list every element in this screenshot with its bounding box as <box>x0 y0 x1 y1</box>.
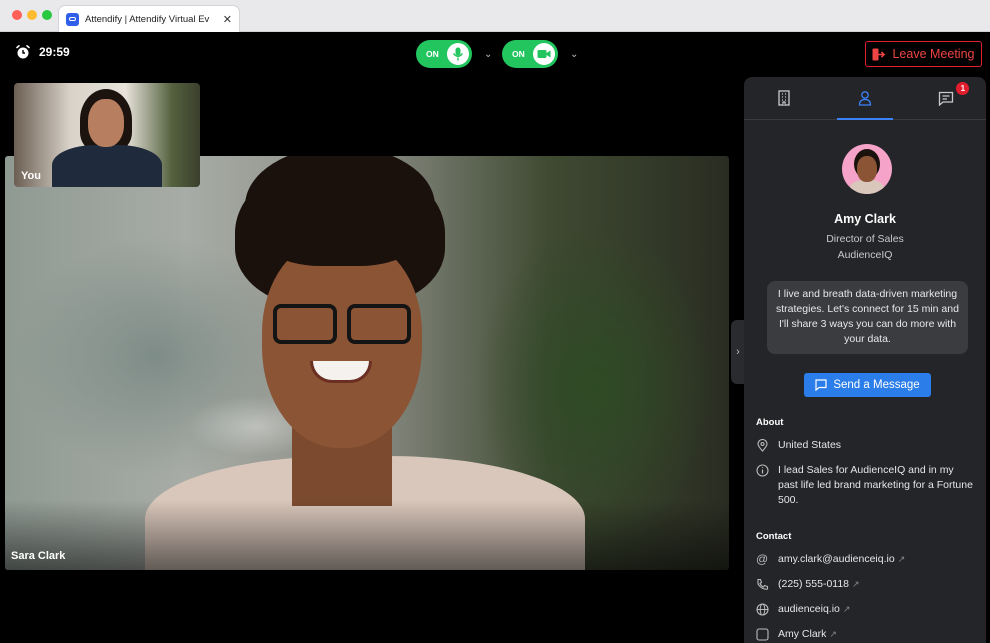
self-view-video[interactable]: You <box>14 83 200 187</box>
camera-toggle[interactable]: ON <box>502 40 558 68</box>
external-link-icon: ↗ <box>829 629 837 639</box>
profile-name: Amy Clark <box>834 212 896 226</box>
contact-website[interactable]: audienceiq.io <box>778 603 840 615</box>
message-icon <box>815 379 827 391</box>
contact-phone[interactable]: (225) 555-0118 <box>778 578 849 590</box>
send-message-button[interactable]: Send a Message <box>804 373 931 397</box>
leave-meeting-button[interactable]: Leave Meeting <box>865 41 982 67</box>
main-speaker-video[interactable]: Sara Clark <box>5 156 729 570</box>
maximize-window-button[interactable] <box>42 10 52 20</box>
self-view-label: You <box>21 170 41 182</box>
contact-linkedin-row[interactable]: Amy Clark ↗ <box>756 627 976 642</box>
external-link-icon: ↗ <box>897 554 906 564</box>
mic-control: ON ⌄ <box>416 40 492 68</box>
attendify-favicon-icon <box>66 12 79 26</box>
chat-icon <box>938 91 953 106</box>
tab-profile[interactable] <box>825 77 906 120</box>
chat-unread-badge: 1 <box>956 82 970 95</box>
minimize-window-button[interactable] <box>27 10 37 20</box>
profile-company: AudienceIQ <box>837 249 893 261</box>
close-tab-icon[interactable]: ✕ <box>223 13 232 26</box>
chevron-right-icon: › <box>736 346 740 358</box>
contact-linkedin[interactable]: Amy Clark <box>778 628 826 640</box>
phone-icon <box>757 578 769 590</box>
video-camera-icon <box>537 50 551 58</box>
camera-control: ON ⌄ <box>502 40 578 68</box>
close-window-button[interactable] <box>12 10 22 20</box>
contact-email[interactable]: amy.clark@audienceiq.io <box>778 553 895 565</box>
person-icon <box>858 91 872 106</box>
browser-tab-bar: Attendify | Attendify Virtual Ev ✕ <box>0 0 990 32</box>
timer-value: 29:59 <box>39 45 70 59</box>
external-link-icon: ↗ <box>842 604 851 614</box>
at-sign-icon: @ <box>756 552 769 566</box>
globe-icon <box>756 603 769 616</box>
leave-meeting-label: Leave Meeting <box>892 47 975 61</box>
meeting-timer: 29:59 <box>15 44 70 60</box>
meeting-app: 29:59 ON ⌄ ON ⌄ Leave Meeting Sara Clark… <box>0 32 990 643</box>
collapse-panel-button[interactable]: › <box>731 320 745 384</box>
contact-website-row[interactable]: audienceiq.io ↗ <box>756 602 976 617</box>
contact-heading: Contact <box>756 531 792 542</box>
mic-toggle-label: ON <box>426 49 439 59</box>
avatar <box>842 144 892 194</box>
profile-bio: I live and breath data-driven marketing … <box>767 281 968 354</box>
contact-email-row[interactable]: @ amy.clark@audienceiq.io ↗ <box>756 552 976 567</box>
camera-options-chevron-icon[interactable]: ⌄ <box>570 49 578 60</box>
profile-job-title: Director of Sales <box>826 233 904 245</box>
panel-tabs: 1 <box>744 77 986 120</box>
speaker-glasses <box>267 304 417 346</box>
browser-tab-title: Attendify | Attendify Virtual Ev <box>85 13 210 25</box>
external-link-icon: ↗ <box>852 579 860 589</box>
tab-exhibitors[interactable] <box>744 77 825 119</box>
info-icon <box>756 464 769 477</box>
mic-toggle[interactable]: ON <box>416 40 472 68</box>
about-description: I lead Sales for AudienceIQ and in my pa… <box>778 464 973 506</box>
about-location: United States <box>778 439 842 451</box>
browser-tab[interactable]: Attendify | Attendify Virtual Ev ✕ <box>58 5 240 32</box>
about-heading: About <box>756 417 784 428</box>
alarm-clock-icon <box>16 45 30 59</box>
tab-chat[interactable]: 1 <box>905 77 986 119</box>
main-speaker-name: Sara Clark <box>11 550 66 562</box>
camera-toggle-label: ON <box>512 49 525 59</box>
location-pin-icon <box>757 439 768 452</box>
send-message-label: Send a Message <box>833 379 920 391</box>
about-location-row: United States <box>756 438 976 453</box>
mic-options-chevron-icon[interactable]: ⌄ <box>484 49 492 60</box>
building-icon <box>778 90 790 106</box>
exit-icon <box>872 48 886 60</box>
microphone-icon <box>452 47 464 61</box>
attendee-side-panel: 1 Amy Clark Director of Sales AudienceIQ… <box>744 77 986 643</box>
contact-phone-row[interactable]: (225) 555-0118 ↗ <box>756 577 976 592</box>
linkedin-icon <box>756 628 769 641</box>
about-description-row: I lead Sales for AudienceIQ and in my pa… <box>756 463 976 508</box>
